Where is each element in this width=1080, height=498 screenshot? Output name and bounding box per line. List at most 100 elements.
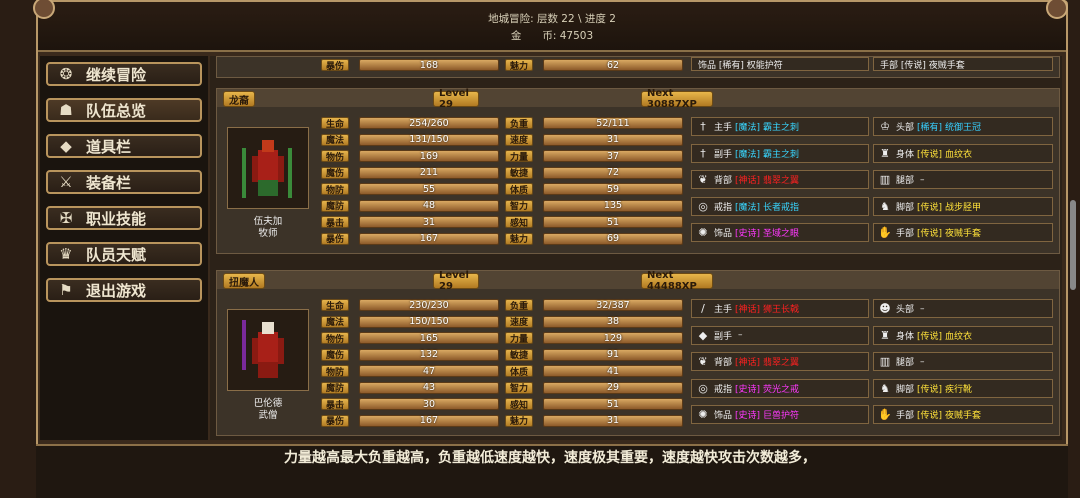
stat-value: 254/260 [359,117,499,129]
stat-value: 48 [359,199,499,212]
equip-slot-头部[interactable]: ♔ 头部 [稀有] 统御王冠 [873,117,1053,136]
stat-value: 168 [359,59,499,71]
next-xp-badge: Next 44488XP [641,270,713,292]
menu-button-4[interactable]: ⚔ 装备栏 [46,170,202,194]
equip-item-name: 圣域之眼 [763,229,800,239]
equip-slot-背部[interactable]: ❦ 背部 [神话] 翡翠之翼 [691,170,869,189]
equip-rarity: [传说] [917,331,943,342]
equip-slot-腿部[interactable]: ▥ 腿部 – [873,352,1053,371]
equip-slot-主手[interactable]: † 主手 [魔法] 霸主之刺 [691,117,869,136]
stat-value: 41 [543,365,683,377]
equip-rarity: [魔法] [735,149,761,160]
head-icon: ☻ [879,302,891,315]
boots-icon: ♞ [880,199,890,213]
equip-item-name: 战步胫甲 [945,202,982,213]
equip-slot-副手[interactable]: ◆ 副手 – [691,325,869,345]
scrollbar[interactable] [1070,200,1076,290]
stat-label: 速度 [505,133,533,146]
hero-card: 龙裔 Level 29 Next 30887XP 伍夫加 牧师 生命 254/2… [216,88,1060,254]
menu-label: 队员天赋 [86,245,147,264]
stat-label: 暴伤 [321,232,349,245]
menu-button-7[interactable]: ⚑ 退出游戏 [46,278,202,302]
equip-slot-副手[interactable]: † 副手 [魔法] 霸主之刺 [691,143,869,163]
skill-icon: ✠ [59,209,73,227]
equip-slot-脚部[interactable]: ♞ 脚部 [传说] 疾行靴 [873,378,1053,398]
dragon-icon: ❂ [59,65,73,83]
stat-value: 230/230 [359,299,499,311]
boots-icon: ♞ [880,381,890,395]
equip-slot-头部[interactable]: ☻ 头部 – [873,299,1053,318]
menu-button-1[interactable]: ❂ 继续冒险 [46,62,202,86]
stat-label: 物伤 [321,332,349,345]
menu-label: 队伍总览 [86,101,147,120]
equip-slot-label: 头部 [896,305,915,315]
equip-slot-身体[interactable]: ♜ 身体 [传说] 血纹衣 [873,325,1053,345]
equip-slot[interactable]: 饰品 [稀有] 权能护符 [691,57,869,71]
talent-icon: ♛ [59,245,73,263]
stat-label: 魔法 [321,315,349,328]
hero-portrait[interactable] [227,127,309,209]
equip-slot-脚部[interactable]: ♞ 脚部 [传说] 战步胫甲 [873,196,1053,216]
equip-rarity: [神话] [735,305,761,315]
race-badge: 扭魔人 [223,273,265,289]
stat-value: 131/150 [359,133,499,146]
ring-icon: ◎ [698,381,708,395]
equip-slot-腿部[interactable]: ▥ 腿部 – [873,170,1053,189]
equip-rarity: [史诗] [735,229,761,239]
equip-slot-饰品[interactable]: ✺ 饰品 [史诗] 圣域之眼 [691,223,869,242]
equip-item-name: 霸主之刺 [763,149,800,160]
hero-portrait[interactable] [227,309,309,391]
equip-slot-背部[interactable]: ❦ 背部 [神话] 翡翠之翼 [691,352,869,371]
gloves-icon: ✋ [878,408,892,421]
next-xp-badge: Next 30887XP [641,88,713,110]
shield-icon: ◆ [698,328,708,342]
menu-label: 继续冒险 [86,65,147,84]
equip-slot-label: 手部 [896,411,915,421]
equip-slot-label: 手部 [896,229,915,239]
stat-label: 暴伤 [321,59,349,72]
menu-label: 职业技能 [86,209,147,228]
amulet-icon: ✺ [698,408,708,421]
stat-value: 135 [543,199,683,212]
stat-value: 55 [359,183,499,195]
equip-slot-手部[interactable]: ✋ 手部 [传说] 夜贼手套 [873,223,1053,242]
stat-label: 敏捷 [505,348,533,361]
equip-item-name: 翡翠之翼 [763,176,800,186]
menu-button-3[interactable]: ◆ 道具栏 [46,134,202,158]
equip-slot-label: 身体 [896,149,915,160]
stat-value: 59 [543,183,683,195]
equip-slot-label: 身体 [896,331,915,342]
wings-icon: ❦ [698,173,708,186]
exit-flag-icon: ⚑ [59,281,73,299]
dagger-icon: † [700,146,706,160]
equip-slot-主手[interactable]: / 主手 [神话] 狮王长戟 [691,299,869,318]
menu-button-6[interactable]: ♛ 队员天赋 [46,242,202,266]
stat-label: 力量 [505,332,533,345]
stat-value: 72 [543,166,683,179]
equip-rarity: [传说] [917,411,943,421]
stat-label: 速度 [505,315,533,328]
level-badge: Level 29 [433,88,479,110]
hero-sprite [242,320,284,378]
equip-slot-戒指[interactable]: ◎ 戒指 [魔法] 长者戒指 [691,196,869,216]
tip-text: 力量越高最大负重越高，负重越低速度越快，速度极其重要，速度越快攻击次数越多， [36,444,1068,498]
equip-slot-戒指[interactable]: ◎ 戒指 [史诗] 荧光之戒 [691,378,869,398]
menu-button-2[interactable]: ☗ 队伍总览 [46,98,202,122]
equip-item-name: – [920,303,925,314]
equip-slot[interactable]: 手部 [传说] 夜贼手套 [873,57,1053,71]
equipment-icon: ⚔ [59,173,73,191]
stat-label: 力量 [505,150,533,163]
stat-label: 暴击 [321,216,349,229]
sidebar-menu: ❂ 继续冒险 ☗ 队伍总览 ◆ 道具栏 ⚔ 装备栏 ✠ 职业技能 ♛ 队员天赋 ⚑ 退出游戏 [40,56,208,440]
equip-slot-身体[interactable]: ♜ 身体 [传说] 血纹衣 [873,143,1053,163]
equip-slot-手部[interactable]: ✋ 手部 [传说] 夜贼手套 [873,405,1053,424]
race-badge: 龙裔 [223,91,255,107]
equip-item-name: 血纹衣 [945,149,973,160]
stat-value: 211 [359,166,499,179]
menu-button-5[interactable]: ✠ 职业技能 [46,206,202,230]
amulet-icon: ✺ [698,226,708,239]
equip-slot-label: 戒指 [714,384,733,395]
level-badge: Level 29 [433,270,479,292]
equip-slot-饰品[interactable]: ✺ 饰品 [史诗] 巨兽护符 [691,405,869,424]
equip-item-name: 长者戒指 [763,202,800,213]
